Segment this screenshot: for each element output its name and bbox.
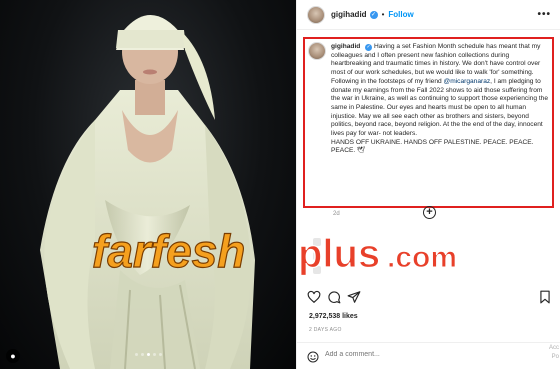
caption-username[interactable]: gigihadid xyxy=(331,43,360,50)
caption-mention-link[interactable]: @micarganaraz xyxy=(444,78,491,85)
watermark-part3: .com xyxy=(387,241,457,274)
post-header: gigihadid ✓ • Follow ••• xyxy=(297,0,560,30)
carousel-dot xyxy=(140,353,144,356)
verified-badge-icon: ✓ xyxy=(365,44,373,51)
side-text-acc: Acc xyxy=(548,345,559,351)
avatar[interactable] xyxy=(307,5,325,24)
comment-icon[interactable] xyxy=(327,290,341,304)
farfesh-plus-watermark-logo: farfesh plus .com xyxy=(92,224,458,277)
caption-body-2: , I am pledging to donate my earnings fr… xyxy=(331,77,548,138)
caption-timestamp: 2d xyxy=(333,211,340,217)
emoji-icon[interactable] xyxy=(307,351,319,363)
heart-icon[interactable] xyxy=(307,290,321,304)
comment-input[interactable] xyxy=(325,351,505,358)
likes-count[interactable]: 2,972,538 likes xyxy=(309,313,358,320)
action-bar xyxy=(297,290,560,308)
caption-avatar[interactable] xyxy=(308,42,326,60)
header-username[interactable]: gigihadid xyxy=(331,10,367,19)
watermark-part1: farfesh xyxy=(92,225,245,277)
post-photo[interactable]: ● xyxy=(0,0,296,369)
side-text-po: Po xyxy=(551,354,559,360)
caption-body-3: HANDS OFF UKRAINE. HANDS OFF PALESTINE. … xyxy=(331,138,534,155)
separator-dot: • xyxy=(381,10,385,19)
watermark-part2: plus xyxy=(298,232,380,276)
post-time-ago: 2 DAYS AGO xyxy=(309,327,342,333)
bookmark-icon[interactable] xyxy=(539,290,551,304)
carousel-dot xyxy=(152,353,156,356)
caption-highlight-box: gigihadid ✓ Having a set Fashion Month s… xyxy=(303,37,554,208)
share-icon[interactable] xyxy=(347,290,361,304)
comment-bar: Acc Po xyxy=(297,342,560,369)
caption-text: gigihadid ✓ Having a set Fashion Month s… xyxy=(331,43,551,156)
verified-badge-icon: ✓ xyxy=(369,10,378,19)
model-figure-illustration xyxy=(40,15,255,369)
carousel-dot-active xyxy=(146,353,150,356)
carousel-dot xyxy=(158,353,162,356)
carousel-dots xyxy=(0,343,296,361)
more-options-button[interactable]: ••• xyxy=(537,9,551,20)
post-side-panel: gigihadid ✓ • Follow ••• gigihadid ✓ Hav… xyxy=(296,0,560,369)
plus-circle-icon[interactable]: + xyxy=(423,206,436,219)
follow-button[interactable]: Follow xyxy=(388,10,413,19)
carousel-dot xyxy=(134,353,138,356)
